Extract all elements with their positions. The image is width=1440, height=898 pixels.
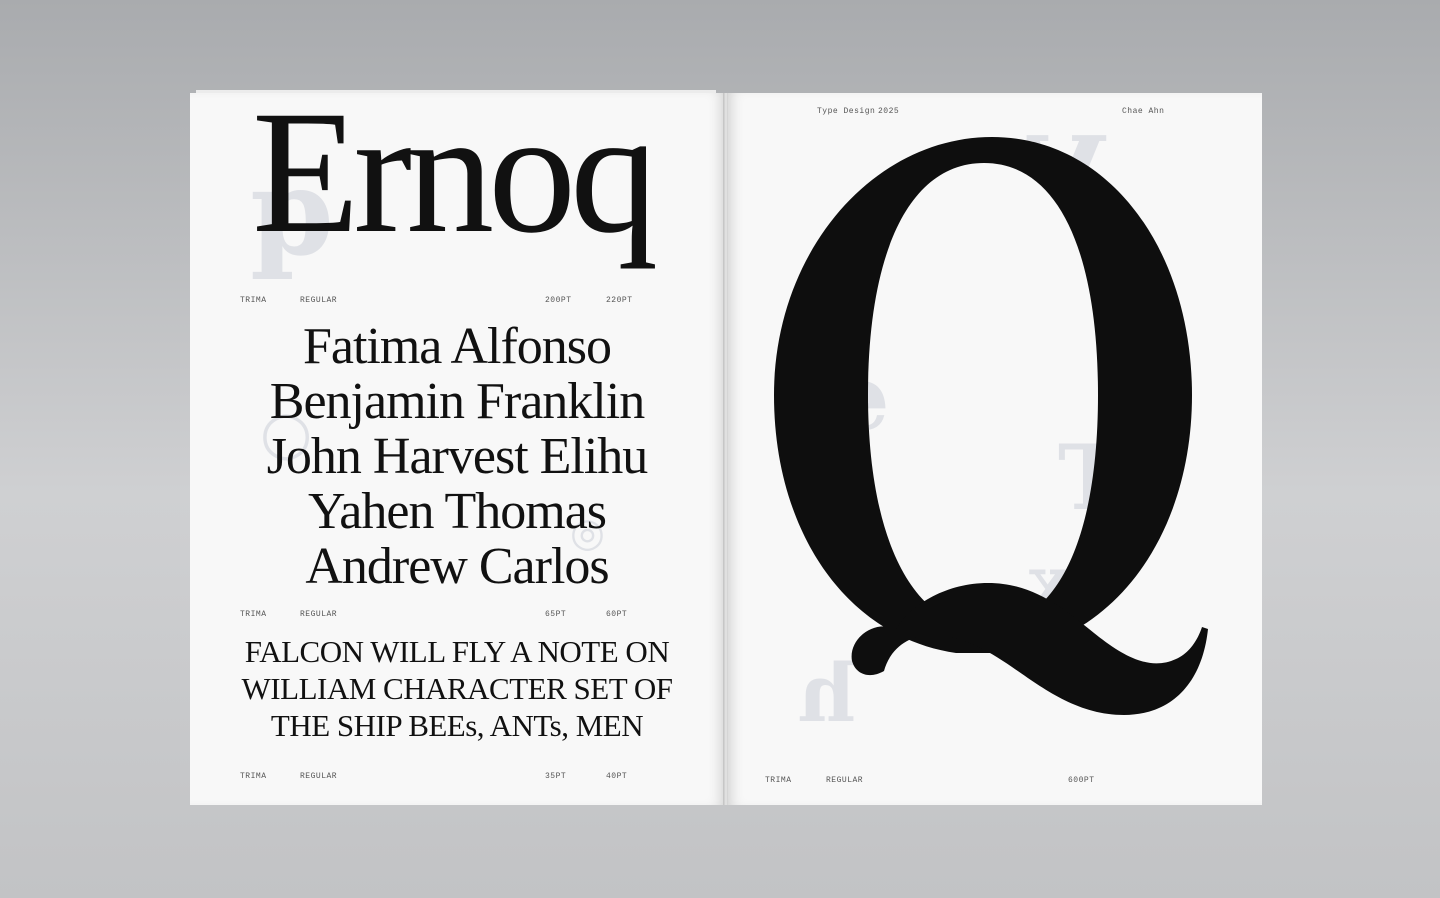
spec-style: REGULAR: [300, 610, 338, 619]
spec-size: 200PT: [545, 296, 572, 305]
specimen-line: WILLIAM CHARACTER SET OF: [241, 671, 673, 706]
specimen-line: John Harvest Elihu: [266, 428, 649, 485]
headline-specimen: Ernoq: [252, 93, 658, 270]
spec-size: 65PT: [545, 610, 567, 619]
specimen-line: Fatima Alfonso: [302, 318, 612, 375]
running-header-section: Type Design: [817, 107, 876, 116]
spec-size: 600PT: [1068, 776, 1095, 785]
spec-family: TRIMA: [765, 776, 792, 785]
specimen-line: Yahen Thomas: [307, 483, 607, 540]
spec-leading: 220PT: [606, 296, 633, 305]
spec-style: REGULAR: [826, 776, 864, 785]
specimen-line: Benjamin Franklin: [269, 373, 645, 430]
spec-style: REGULAR: [300, 772, 338, 781]
specimen-line: FALCON WILL FLY A NOTE ON: [244, 634, 670, 669]
left-page: q ○ ◎ Ernoq TRIMA REGULAR 200PT 220PT Fa…: [190, 93, 724, 805]
caps-specimen: FALCON WILL FLY A NOTE ON WILLIAM CHARAC…: [190, 633, 724, 744]
running-header-author: Chae Ahn: [1122, 107, 1165, 116]
display-glyph-q: [774, 137, 1208, 715]
specimen-line: Andrew Carlos: [305, 538, 609, 595]
spec-family: TRIMA: [240, 296, 267, 305]
spec-style: REGULAR: [300, 296, 338, 305]
spec-leading: 60PT: [606, 610, 628, 619]
specimen-line: THE SHIP BEEs, ANTs, MEN: [270, 708, 644, 743]
names-specimen: Fatima Alfonso Benjamin Franklin John Ha…: [190, 319, 724, 594]
spec-family: TRIMA: [240, 610, 267, 619]
spec-family: TRIMA: [240, 772, 267, 781]
spec-leading: 40PT: [606, 772, 628, 781]
spec-size: 35PT: [545, 772, 567, 781]
running-header-year: 2025: [878, 107, 900, 116]
open-book-spread: q ○ ◎ Ernoq TRIMA REGULAR 200PT 220PT Fa…: [190, 90, 1262, 805]
right-page: ɘɿ V T x h Type Design 2025 Chae Ahn TRI…: [728, 93, 1262, 805]
